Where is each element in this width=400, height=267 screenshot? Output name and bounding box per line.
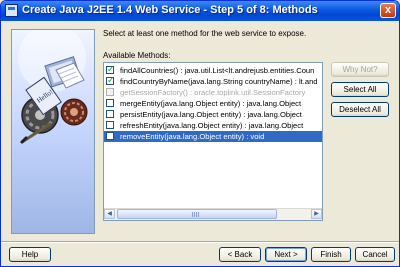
- method-checkbox[interactable]: [106, 110, 114, 118]
- method-checkbox[interactable]: [106, 99, 114, 107]
- horizontal-scrollbar[interactable]: ◀ ▶: [104, 208, 322, 220]
- main-content: Select at least one method for the web s…: [103, 29, 393, 234]
- scrollbar-grip-icon: [192, 212, 200, 217]
- method-label: removeEntity(java.lang.Object entity) : …: [120, 132, 265, 141]
- help-button[interactable]: Help: [9, 247, 51, 262]
- footer-separator: [1, 241, 399, 243]
- deselect-all-button[interactable]: Deselect All: [331, 102, 389, 117]
- method-label: findCountryByName(java.lang.String count…: [120, 77, 318, 86]
- method-checkbox: [106, 88, 114, 96]
- scroll-left-arrow-icon[interactable]: ◀: [104, 209, 115, 219]
- method-label: refreshEntity(java.lang.Object entity) :…: [120, 121, 304, 130]
- method-row[interactable]: mergeEntity(java.lang.Object entity) : j…: [104, 98, 322, 109]
- method-label: persistEntity(java.lang.Object entity) :…: [120, 110, 302, 119]
- method-checkbox[interactable]: [106, 76, 115, 86]
- method-label: findAllCountries() : java.util.List<lt.a…: [120, 66, 315, 75]
- app-icon: [5, 4, 18, 17]
- scroll-right-arrow-icon[interactable]: ▶: [311, 209, 322, 219]
- method-label: mergeEntity(java.lang.Object entity) : j…: [120, 99, 302, 108]
- method-row[interactable]: findCountryByName(java.lang.String count…: [104, 76, 322, 87]
- method-row[interactable]: refreshEntity(java.lang.Object entity) :…: [104, 120, 322, 131]
- select-all-button[interactable]: Select All: [331, 82, 389, 97]
- close-button[interactable]: x: [380, 3, 396, 18]
- next-button[interactable]: Next >: [265, 247, 307, 262]
- method-checkbox[interactable]: [106, 132, 114, 140]
- method-checkbox[interactable]: [106, 121, 114, 129]
- methods-list[interactable]: findAllCountries() : java.util.List<lt.a…: [103, 62, 323, 221]
- web-service-illustration: Hello!!: [18, 30, 88, 144]
- cancel-button[interactable]: Cancel: [355, 247, 395, 262]
- window-title: Create Java J2EE 1.4 Web Service - Step …: [22, 4, 318, 16]
- method-label: getSessionFactory() : oracle.toplink.uti…: [120, 88, 306, 97]
- available-methods-label: Available Methods:: [103, 51, 171, 60]
- wizard-illustration: Hello!!: [11, 29, 95, 234]
- scrollbar-thumb[interactable]: [117, 209, 277, 219]
- method-row: getSessionFactory() : oracle.toplink.uti…: [104, 87, 322, 98]
- method-row[interactable]: findAllCountries() : java.util.List<lt.a…: [104, 65, 322, 76]
- method-row[interactable]: persistEntity(java.lang.Object entity) :…: [104, 109, 322, 120]
- back-button[interactable]: < Back: [219, 247, 261, 262]
- why-not-button[interactable]: Why Not?: [331, 62, 389, 77]
- instruction-text: Select at least one method for the web s…: [103, 29, 307, 38]
- method-checkbox[interactable]: [106, 65, 115, 75]
- wizard-window: Create Java J2EE 1.4 Web Service - Step …: [0, 0, 400, 267]
- finish-button[interactable]: Finish: [311, 247, 351, 262]
- title-bar[interactable]: Create Java J2EE 1.4 Web Service - Step …: [1, 1, 399, 21]
- gear-icon: [60, 98, 88, 126]
- method-row[interactable]: removeEntity(java.lang.Object entity) : …: [104, 131, 322, 142]
